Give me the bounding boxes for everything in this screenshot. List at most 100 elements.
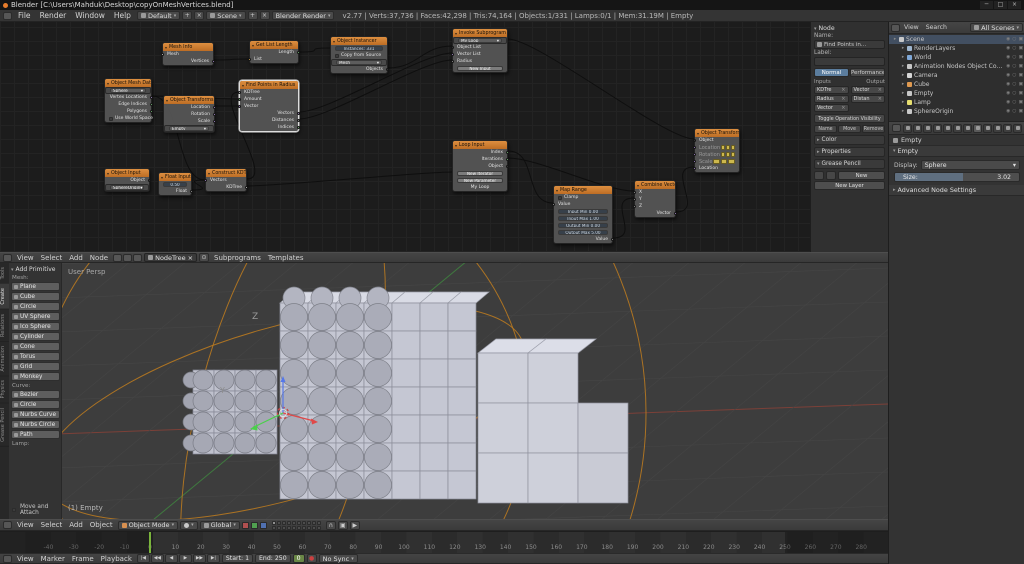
layer-17[interactable] — [301, 525, 306, 530]
node-title[interactable]: ▾ Loop Input — [453, 141, 507, 149]
selectability-icon[interactable]: ○ — [1012, 46, 1016, 51]
node-title[interactable]: ▾ Float Input — [159, 173, 191, 181]
node-button[interactable]: New Parameter — [457, 177, 503, 184]
node-title[interactable]: ▾ Invoke Subprogram — [453, 29, 507, 37]
menu-add[interactable]: Add — [66, 521, 86, 529]
snap-magnet-icon[interactable]: ∩ — [325, 520, 336, 530]
props-tab-render[interactable] — [903, 123, 912, 133]
viewport-shading-dropdown[interactable]: ▾ — [180, 520, 198, 530]
props-tab-modifiers[interactable] — [963, 123, 972, 133]
outliner-item-cube[interactable]: ▸ Cube ◉ ○ ▣ — [889, 80, 1024, 89]
input-socket[interactable] — [633, 191, 637, 195]
screen-layout-dropdown[interactable]: Default ▾ — [136, 11, 181, 20]
input-socket[interactable] — [693, 139, 697, 143]
minimize-button[interactable]: ─ — [980, 1, 993, 9]
menu-file[interactable]: File — [14, 11, 35, 20]
selectability-icon[interactable]: ○ — [1012, 109, 1016, 114]
remove-icon[interactable]: × — [878, 96, 882, 102]
node-invoke-subprogram[interactable]: ▾ Invoke Subprogram My Loop ▾ Object List Vec… — [451, 28, 508, 73]
menu-frame[interactable]: Frame — [69, 555, 97, 563]
render-opengl-icon[interactable]: ▣ — [337, 520, 348, 530]
node-mesh-info[interactable]: ▾ Mesh Info Mesh Vertices — [161, 42, 215, 66]
node-value-field[interactable]: Output Min 0.00 — [558, 222, 608, 229]
axis-toggle[interactable] — [721, 145, 726, 150]
input-socket[interactable] — [238, 98, 242, 102]
layer-7[interactable] — [301, 520, 306, 525]
node-collapse-icon[interactable]: ▾ — [333, 39, 335, 44]
node-title[interactable]: ▾ Object Input — [105, 169, 149, 177]
outliner-item-renderlayers[interactable]: ▸ RenderLayers ◉ ○ ▣ — [889, 44, 1024, 53]
node-loop-input[interactable]: ▾ Loop Input Index Iterations Object New Iter… — [452, 140, 509, 192]
outliner-editor-type-icon[interactable] — [891, 23, 900, 32]
visibility-icon[interactable]: ◉ — [1006, 82, 1010, 87]
add-nurbs-curve-button[interactable]: Nurbs Curve — [11, 410, 60, 419]
node-checkbox-row[interactable]: Clamp — [554, 194, 612, 201]
empty-panel-header[interactable]: ▾ Empty — [889, 146, 1024, 157]
layer-6[interactable] — [296, 520, 301, 525]
output-socket[interactable] — [505, 165, 509, 169]
outliner-item-sphereorigin[interactable]: ▸ SphereOrigin ◉ ○ ▣ — [889, 107, 1024, 116]
outliner-display-dropdown[interactable]: All Scenes ▾ — [970, 23, 1023, 32]
properties-editor[interactable]: Empty ▾ Empty Display: Sphere ▾ Size: 3.02 … — [889, 122, 1024, 564]
jump-to-end-button[interactable]: ▶| — [206, 554, 220, 563]
gp-new-layer-button[interactable]: New Layer — [814, 181, 885, 190]
gp-erase-icon[interactable] — [826, 171, 836, 180]
grease-pencil-panel-header[interactable]: ▾ Grease Pencil — [814, 159, 885, 169]
auto-keyframe-record-icon[interactable]: ● — [306, 554, 317, 563]
node-title[interactable]: ▾ Find Points in Radius — [240, 81, 298, 89]
menu-subprograms[interactable]: Subprograms — [211, 254, 264, 262]
menu-view[interactable]: View — [14, 555, 37, 563]
add-circle-button[interactable]: Circle — [11, 302, 60, 311]
input-socket[interactable] — [238, 105, 242, 109]
node-title[interactable]: ▾Construct KDTree — [206, 169, 246, 177]
node-object-transforms-output[interactable]: ▾Object Transforms OutputObjectLocationR… — [693, 128, 740, 173]
render-engine-dropdown[interactable]: Blender Render ▾ — [271, 11, 335, 20]
timeline-editor-type-icon[interactable] — [3, 554, 12, 563]
props-tab-texture[interactable] — [993, 123, 1002, 133]
add-cylinder-button[interactable]: Cylinder — [11, 332, 60, 341]
toolshelf-tab-physics[interactable]: Physics — [0, 376, 9, 404]
expand-icon[interactable]: ▸ — [899, 46, 907, 51]
prev-keyframe-button[interactable]: ◀◀ — [150, 554, 164, 563]
node-object-transforms-input[interactable]: ▾Object Transforms InputLocationRotation… — [163, 95, 216, 133]
renderability-icon[interactable]: ▣ — [1018, 46, 1023, 51]
advanced-node-settings-panel-header[interactable]: ▸ Advanced Node Settings — [889, 185, 1024, 196]
add-circle-button[interactable]: Circle — [11, 400, 60, 409]
viewport-editor-type-icon[interactable] — [3, 521, 12, 529]
toolshelf-tab-animation[interactable]: Animation — [0, 341, 9, 377]
layer-14[interactable] — [286, 525, 291, 530]
axis-toggle[interactable] — [713, 159, 720, 164]
node-collapse-icon[interactable]: ▾ — [242, 83, 244, 88]
scene-dropdown[interactable]: Scene ▾ — [206, 11, 246, 20]
visibility-icon[interactable]: ◉ — [1006, 64, 1010, 69]
toolshelf-tab-relations[interactable]: Relations — [0, 309, 9, 342]
output-socket[interactable] — [296, 119, 300, 123]
node-combine-vector[interactable]: ▾Combine VectorXYZVector — [633, 180, 677, 218]
output-socket[interactable] — [296, 51, 300, 55]
pin-icon[interactable]: ⊙ — [199, 253, 210, 262]
node-checkbox-row[interactable]: Use World Space — [105, 115, 153, 122]
node-label-field[interactable] — [814, 57, 885, 66]
expand-icon[interactable]: ▸ — [899, 64, 907, 69]
node-construct-kdtree[interactable]: ▾Construct KDTreeVectorsKDTree — [204, 168, 248, 192]
output-socket[interactable] — [673, 212, 677, 216]
output-socket[interactable] — [244, 186, 248, 190]
node-title[interactable]: ▾Object Transforms Output — [695, 129, 739, 137]
node-panel-tab-normal[interactable]: Normal — [814, 68, 849, 77]
node-axis-toggle-row[interactable]: Rotation — [693, 151, 739, 158]
info-editor-icon[interactable] — [3, 11, 12, 20]
node-tree-name-field[interactable]: NodeTree × — [144, 253, 198, 262]
visibility-icon[interactable]: ◉ — [1006, 109, 1010, 114]
add-torus-button[interactable]: Torus — [11, 352, 60, 361]
render-animation-icon[interactable]: ▶ — [349, 520, 360, 530]
node-collapse-icon[interactable]: ▾ — [455, 143, 457, 148]
menu-select[interactable]: Select — [38, 521, 66, 529]
axis-toggle[interactable] — [730, 152, 736, 157]
node-name-field[interactable]: Find Points in... — [814, 40, 885, 49]
node-axis-toggle-row[interactable]: Scale — [693, 158, 739, 165]
manipulator-translate-icon[interactable] — [241, 521, 249, 529]
node-collapse-icon[interactable]: ▾ — [208, 171, 210, 176]
add-nurbs-circle-button[interactable]: Nurbs Circle — [11, 420, 60, 429]
input-socket-item[interactable]: Vector × — [814, 104, 849, 112]
node-collapse-icon[interactable]: ▾ — [165, 45, 167, 50]
